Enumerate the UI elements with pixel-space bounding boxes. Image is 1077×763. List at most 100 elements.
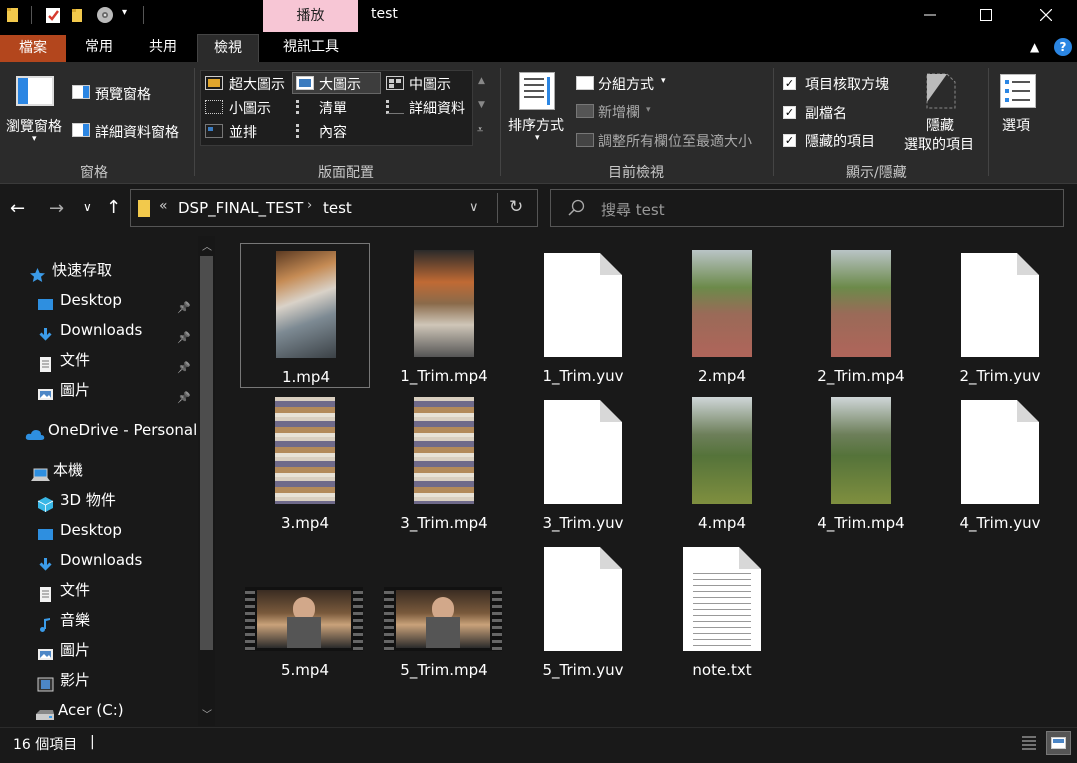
file-extensions-label[interactable]: 副檔名 — [805, 103, 847, 123]
sidebar-item-downloads-2[interactable]: Downloads 📌 — [0, 315, 200, 345]
details-pane-button[interactable]: 詳細資料窗格 — [95, 122, 179, 142]
disc-icon[interactable] — [96, 6, 114, 24]
hidden-items-checkbox[interactable]: ✓ — [783, 134, 796, 147]
sidebar-item-onedrive-personal-5[interactable]: OneDrive - Personal — [0, 415, 200, 445]
tab-video-tools[interactable]: 視訊工具 — [266, 34, 356, 62]
search-box[interactable]: 搜尋 test — [550, 189, 1064, 227]
sidebar-item--10[interactable]: 文件 — [0, 575, 200, 605]
hide-selected-button-line1[interactable]: 隱藏 — [926, 115, 954, 135]
preview-pane-button[interactable]: 預覽窗格 — [95, 84, 151, 104]
sidebar-scroll-thumb[interactable] — [200, 256, 213, 650]
file-item[interactable]: note.txt — [657, 537, 787, 682]
layout-list[interactable]: 清單 — [319, 98, 347, 118]
window-title: test — [371, 6, 398, 22]
file-item[interactable]: 4_Trim.mp4 — [796, 390, 926, 535]
scroll-up-icon[interactable]: ▲ — [478, 76, 485, 86]
sidebar-item--0[interactable]: 快速存取 — [0, 255, 200, 285]
file-item[interactable]: 1_Trim.yuv — [518, 243, 648, 388]
expand-gallery-icon[interactable]: ⩡ — [477, 123, 483, 137]
sidebar-item-desktop-8[interactable]: Desktop — [0, 515, 200, 545]
file-item[interactable]: 4_Trim.yuv — [935, 390, 1065, 535]
tab-home[interactable]: 常用 — [70, 34, 128, 62]
desktop-icon — [37, 292, 54, 310]
hide-selected-button-line2[interactable]: 選取的項目 — [904, 134, 974, 154]
options-button[interactable]: 選項 — [1002, 115, 1030, 135]
tab-file[interactable]: 檔案 — [0, 35, 66, 62]
details-view-icon[interactable] — [1019, 733, 1039, 753]
file-extensions-checkbox[interactable]: ✓ — [783, 106, 796, 119]
collapse-ribbon-chevron-icon[interactable]: ▲ — [1030, 40, 1039, 54]
scroll-down-icon[interactable]: ▼ — [478, 100, 485, 110]
back-arrow-icon[interactable]: ← — [10, 198, 25, 219]
forward-arrow-icon[interactable]: → — [49, 198, 64, 219]
customize-toolbar-chevron-icon[interactable]: ▾ — [122, 7, 127, 18]
layout-tiles[interactable]: 並排 — [229, 122, 257, 142]
help-icon[interactable]: ? — [1054, 38, 1072, 56]
hidden-items-label[interactable]: 隱藏的項目 — [805, 131, 875, 151]
item-count: 16 個項目 — [13, 737, 78, 753]
add-columns-button[interactable]: 新增欄 — [598, 102, 640, 122]
sort-by-button[interactable]: 排序方式 — [508, 115, 564, 135]
sidebar-item-downloads-9[interactable]: Downloads — [0, 545, 200, 575]
document-icon — [37, 352, 54, 372]
group-by-button[interactable]: 分組方式 — [598, 74, 654, 94]
up-arrow-icon[interactable]: ↑ — [106, 197, 121, 218]
file-item[interactable]: 1_Trim.mp4 — [379, 243, 509, 388]
sidebar-item--4[interactable]: 圖片 📌 — [0, 375, 200, 405]
file-item[interactable]: 5_Trim.mp4 — [379, 537, 509, 682]
item-checkboxes-label[interactable]: 項目核取方塊 — [805, 74, 889, 94]
refresh-icon[interactable]: ↻ — [509, 197, 523, 217]
minimize-button[interactable] — [907, 0, 953, 30]
download-icon — [37, 322, 54, 341]
item-checkboxes-checkbox[interactable]: ✓ — [783, 77, 796, 90]
maximize-button[interactable] — [963, 0, 1009, 30]
file-item[interactable]: 1.mp4 — [240, 243, 370, 388]
sidebar-item--13[interactable]: 影片 — [0, 665, 200, 695]
large-icons-view-icon[interactable] — [1046, 731, 1071, 755]
file-item[interactable]: 3.mp4 — [240, 390, 370, 535]
sidebar-item--3[interactable]: 文件 📌 — [0, 345, 200, 375]
sidebar-item-desktop-1[interactable]: Desktop 📌 — [0, 285, 200, 315]
file-item[interactable]: 5.mp4 — [240, 537, 370, 682]
content-icon — [296, 124, 314, 138]
layout-large-icons[interactable]: 大圖示 — [319, 74, 361, 94]
recent-locations-chevron-icon[interactable]: ∨ — [83, 200, 92, 214]
sidebar-item-3d-7[interactable]: 3D 物件 — [0, 485, 200, 515]
file-item[interactable]: 2.mp4 — [657, 243, 787, 388]
file-item[interactable]: 2_Trim.yuv — [935, 243, 1065, 388]
properties-icon[interactable] — [44, 6, 62, 24]
tab-play-context[interactable]: 播放 — [263, 0, 358, 32]
divider — [988, 68, 989, 176]
sidebar-item--11[interactable]: 音樂 — [0, 605, 200, 635]
layout-medium-icons[interactable]: 中圖示 — [409, 74, 451, 94]
sidebar-item-label: 音樂 — [60, 611, 91, 629]
overflow-breadcrumb[interactable]: « — [159, 198, 168, 214]
file-item[interactable]: 5_Trim.yuv — [518, 537, 648, 682]
tab-view[interactable]: 檢視 — [197, 34, 259, 62]
new-folder-icon[interactable] — [70, 6, 88, 24]
sidebar-item--6[interactable]: 本機 — [0, 455, 200, 485]
file-item[interactable]: 4.mp4 — [657, 390, 787, 535]
file-item[interactable]: 3_Trim.yuv — [518, 390, 648, 535]
layout-content[interactable]: 內容 — [319, 122, 347, 142]
layout-extra-large-icons[interactable]: 超大圖示 — [229, 74, 285, 94]
folder-icon[interactable] — [6, 6, 24, 24]
navigation-pane-button[interactable]: 瀏覽窗格 — [6, 116, 62, 136]
tab-share[interactable]: 共用 — [134, 34, 192, 62]
address-history-chevron-icon[interactable]: ∨ — [469, 200, 479, 215]
layout-details[interactable]: 詳細資料 — [409, 98, 465, 118]
medium-icons-icon — [386, 76, 404, 90]
sidebar-item--12[interactable]: 圖片 — [0, 635, 200, 665]
video-thumbnail — [276, 251, 336, 358]
layout-small-icons[interactable]: 小圖示 — [229, 98, 271, 118]
sidebar-item-acer-c-14[interactable]: Acer (C:) — [0, 695, 200, 725]
size-all-columns-button[interactable]: 調整所有欄位至最適大小 — [598, 131, 752, 151]
address-bar[interactable]: « DSP_FINAL_TEST › test ∨ ↻ — [130, 189, 538, 227]
file-item[interactable]: 3_Trim.mp4 — [379, 390, 509, 535]
breadcrumb-dsp-final-test[interactable]: DSP_FINAL_TEST — [178, 199, 303, 217]
folder-icon — [138, 200, 150, 217]
close-button[interactable] — [1023, 0, 1069, 30]
breadcrumb-test[interactable]: test — [323, 199, 352, 217]
chevron-down-icon: ▾ — [32, 134, 37, 144]
file-item[interactable]: 2_Trim.mp4 — [796, 243, 926, 388]
